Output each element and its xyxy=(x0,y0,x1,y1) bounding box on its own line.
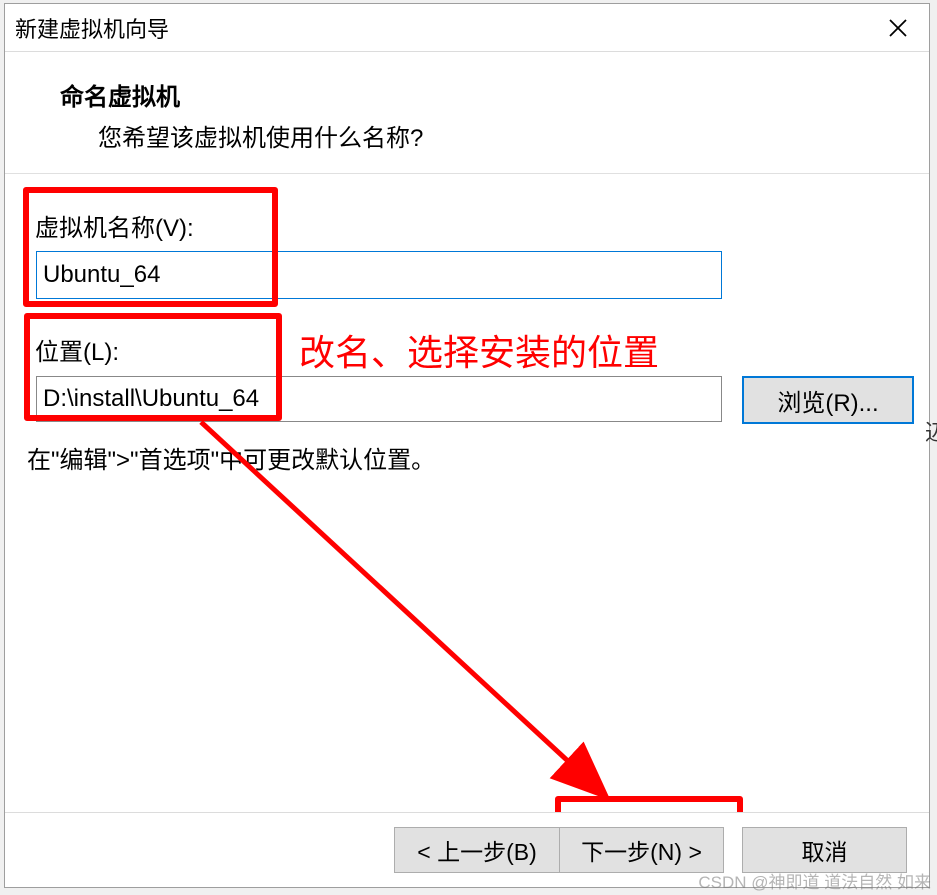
wizard-dialog: 新建虚拟机向导 命名虚拟机 您希望该虚拟机使用什么名称? 虚拟机名称(V): 位… xyxy=(4,3,930,888)
next-button[interactable]: 下一步(N) > xyxy=(559,827,724,873)
close-icon xyxy=(888,18,908,38)
back-button[interactable]: < 上一步(B) xyxy=(394,827,559,873)
vm-name-label: 虚拟机名称(V): xyxy=(35,208,269,243)
header-title: 命名虚拟机 xyxy=(60,77,929,112)
vm-name-input[interactable] xyxy=(36,251,722,299)
browse-button[interactable]: 浏览(R)... xyxy=(742,376,914,424)
hint-text: 在"编辑">"首选项"中可更改默认位置。 xyxy=(27,440,435,475)
annotation-text: 改名、选择安装的位置 xyxy=(299,324,659,376)
titlebar: 新建虚拟机向导 xyxy=(5,4,929,52)
location-input[interactable] xyxy=(36,376,722,422)
footer: < 上一步(B) 下一步(N) > 取消 xyxy=(5,812,929,887)
divider xyxy=(5,173,929,174)
header-subtitle: 您希望该虚拟机使用什么名称? xyxy=(98,118,929,153)
dialog-title: 新建虚拟机向导 xyxy=(15,12,169,44)
close-button[interactable] xyxy=(875,8,921,48)
header-area: 命名虚拟机 您希望该虚拟机使用什么名称? xyxy=(5,52,929,173)
cancel-button[interactable]: 取消 xyxy=(742,827,907,873)
cropped-text: 辺 xyxy=(925,415,937,447)
location-label: 位置(L): xyxy=(35,332,273,367)
